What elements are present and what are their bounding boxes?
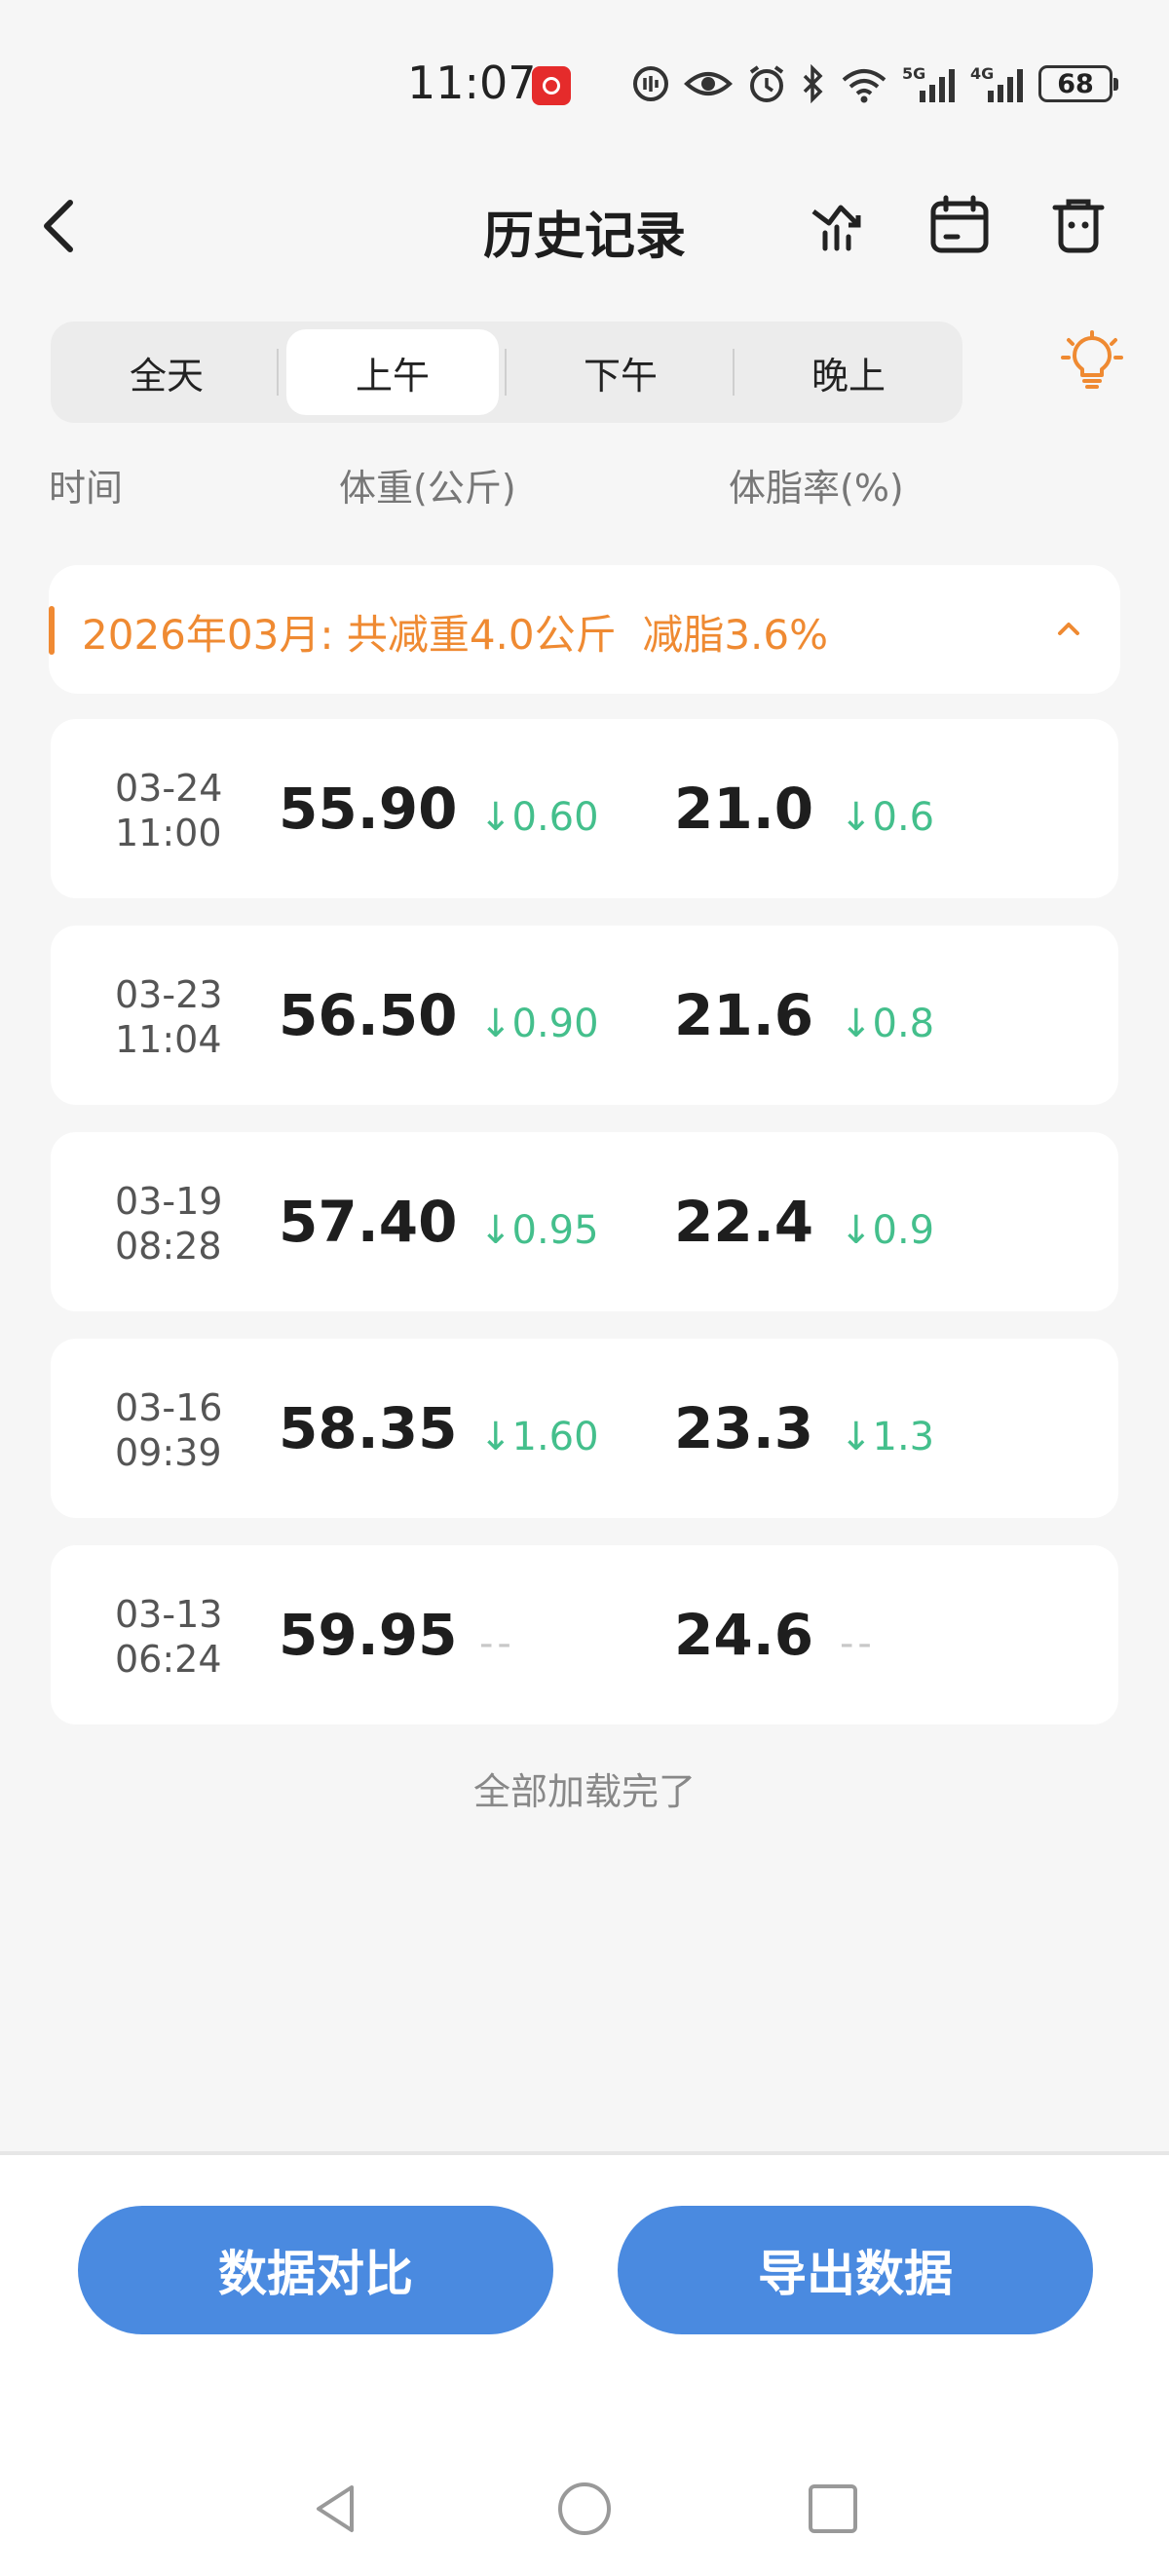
delete-button[interactable] — [1040, 187, 1116, 263]
record-body-fat-delta: ↓0.6 — [840, 795, 935, 840]
record-datetime: 03-19 08:28 — [115, 1179, 222, 1269]
record-datetime: 03-16 09:39 — [115, 1385, 222, 1475]
trash-icon — [1052, 199, 1105, 253]
export-data-button[interactable]: 导出数据 — [618, 2206, 1093, 2334]
signal-4g-icon: 4G — [970, 64, 1023, 102]
record-body-fat-delta: ↓1.3 — [840, 1415, 935, 1459]
record-row[interactable]: 03-24 11:00 55.90 ↓0.60 21.0 ↓0.6 — [51, 719, 1118, 898]
svg-text:5G: 5G — [902, 64, 925, 83]
record-time: 06:24 — [115, 1638, 222, 1681]
record-weight-delta: ↓1.60 — [479, 1415, 599, 1459]
calendar-icon — [930, 195, 989, 253]
nav-home-icon — [558, 2482, 611, 2535]
record-body-fat: 24.6 — [674, 1602, 814, 1668]
nfc-icon — [633, 66, 668, 101]
record-row[interactable]: 03-13 06:24 59.95 -- 24.6 -- — [51, 1545, 1118, 1724]
wifi-icon — [842, 69, 886, 103]
nav-recents-icon — [809, 2484, 857, 2533]
tab-all-day[interactable]: 全天 — [60, 329, 273, 415]
tab-divider — [733, 349, 735, 396]
lightbulb-icon — [1061, 330, 1123, 389]
record-weight-delta: ↓0.95 — [479, 1208, 599, 1253]
column-header-weight: 体重(公斤) — [339, 467, 516, 510]
compare-data-button[interactable]: 数据对比 — [78, 2206, 553, 2334]
column-header-body-fat: 体脂率(%) — [729, 467, 904, 510]
svg-text:4G: 4G — [970, 64, 994, 83]
tips-button[interactable] — [1054, 323, 1130, 399]
tab-evening[interactable]: 晚上 — [742, 329, 955, 415]
record-weight-delta: ↓0.90 — [479, 1002, 599, 1046]
record-datetime: 03-23 11:04 — [115, 972, 222, 1062]
all-loaded-text: 全部加载完了 — [472, 1770, 696, 1813]
record-weight: 58.35 — [279, 1395, 458, 1461]
record-time: 11:00 — [115, 812, 222, 854]
battery-level: 68 — [1057, 68, 1094, 99]
record-date: 03-24 — [115, 767, 223, 810]
record-body-fat: 21.0 — [674, 776, 814, 842]
column-header-time: 时间 — [49, 467, 124, 510]
status-icons: 5G 4G 68 — [631, 58, 1118, 109]
record-body-fat: 21.6 — [674, 982, 814, 1048]
tab-divider — [277, 349, 279, 396]
record-datetime: 03-24 11:00 — [115, 766, 222, 855]
calendar-button[interactable] — [922, 187, 998, 263]
record-datetime: 03-13 06:24 — [115, 1592, 222, 1682]
record-body-fat-delta: -- — [840, 1621, 876, 1666]
bluetooth-icon — [803, 64, 823, 103]
record-weight: 55.90 — [279, 776, 458, 842]
record-date: 03-19 — [115, 1180, 223, 1223]
record-weight: 57.40 — [279, 1189, 458, 1255]
tab-divider — [505, 349, 507, 396]
tab-afternoon[interactable]: 下午 — [514, 329, 727, 415]
record-time: 09:39 — [115, 1431, 222, 1474]
status-time: 11:07 — [407, 57, 537, 109]
record-weight: 56.50 — [279, 982, 458, 1048]
eye-icon — [684, 72, 733, 95]
record-row[interactable]: 03-19 08:28 57.40 ↓0.95 22.4 ↓0.9 — [51, 1132, 1118, 1311]
status-bar: 11:07 5G 4G 68 — [0, 0, 1169, 146]
record-body-fat-delta: ↓0.8 — [840, 1002, 935, 1046]
period-tabs: 全天 上午 下午 晚上 — [51, 322, 962, 423]
record-time: 08:28 — [115, 1225, 222, 1268]
signal-5g-icon: 5G — [902, 64, 955, 102]
month-summary[interactable]: 2026年03月: 共减重4.0公斤 减脂3.6% — [49, 565, 1120, 694]
record-row[interactable]: 03-23 11:04 56.50 ↓0.90 21.6 ↓0.8 — [51, 926, 1118, 1105]
trend-icon — [811, 205, 861, 251]
nav-back-icon — [317, 2485, 354, 2532]
collapse-button[interactable] — [1048, 608, 1089, 649]
record-date: 03-16 — [115, 1386, 223, 1429]
nav-home-button[interactable] — [550, 2475, 619, 2543]
nav-recents-button[interactable] — [799, 2475, 867, 2543]
record-row[interactable]: 03-16 09:39 58.35 ↓1.60 23.3 ↓1.3 — [51, 1339, 1118, 1518]
record-body-fat: 22.4 — [674, 1189, 814, 1255]
record-date: 03-23 — [115, 973, 223, 1016]
record-date: 03-13 — [115, 1593, 223, 1636]
record-weight-delta: ↓0.60 — [479, 795, 599, 840]
month-summary-text: 2026年03月: 共减重4.0公斤 减脂3.6% — [82, 611, 829, 659]
record-body-fat-delta: ↓0.9 — [840, 1208, 935, 1253]
chevron-up-icon — [1058, 623, 1079, 635]
header: 历史记录 — [0, 166, 1169, 283]
tab-morning[interactable]: 上午 — [286, 329, 499, 415]
record-weight-delta: -- — [479, 1621, 515, 1666]
alarm-icon — [749, 65, 784, 102]
record-weight: 59.95 — [279, 1602, 458, 1668]
record-time: 11:04 — [115, 1018, 222, 1061]
app-notification-icon — [532, 66, 571, 105]
battery-icon: 68 — [1038, 65, 1118, 102]
nav-back-button[interactable] — [302, 2475, 370, 2543]
month-accent-bar — [49, 606, 55, 655]
record-body-fat: 23.3 — [674, 1395, 814, 1461]
trend-button[interactable] — [801, 187, 877, 263]
